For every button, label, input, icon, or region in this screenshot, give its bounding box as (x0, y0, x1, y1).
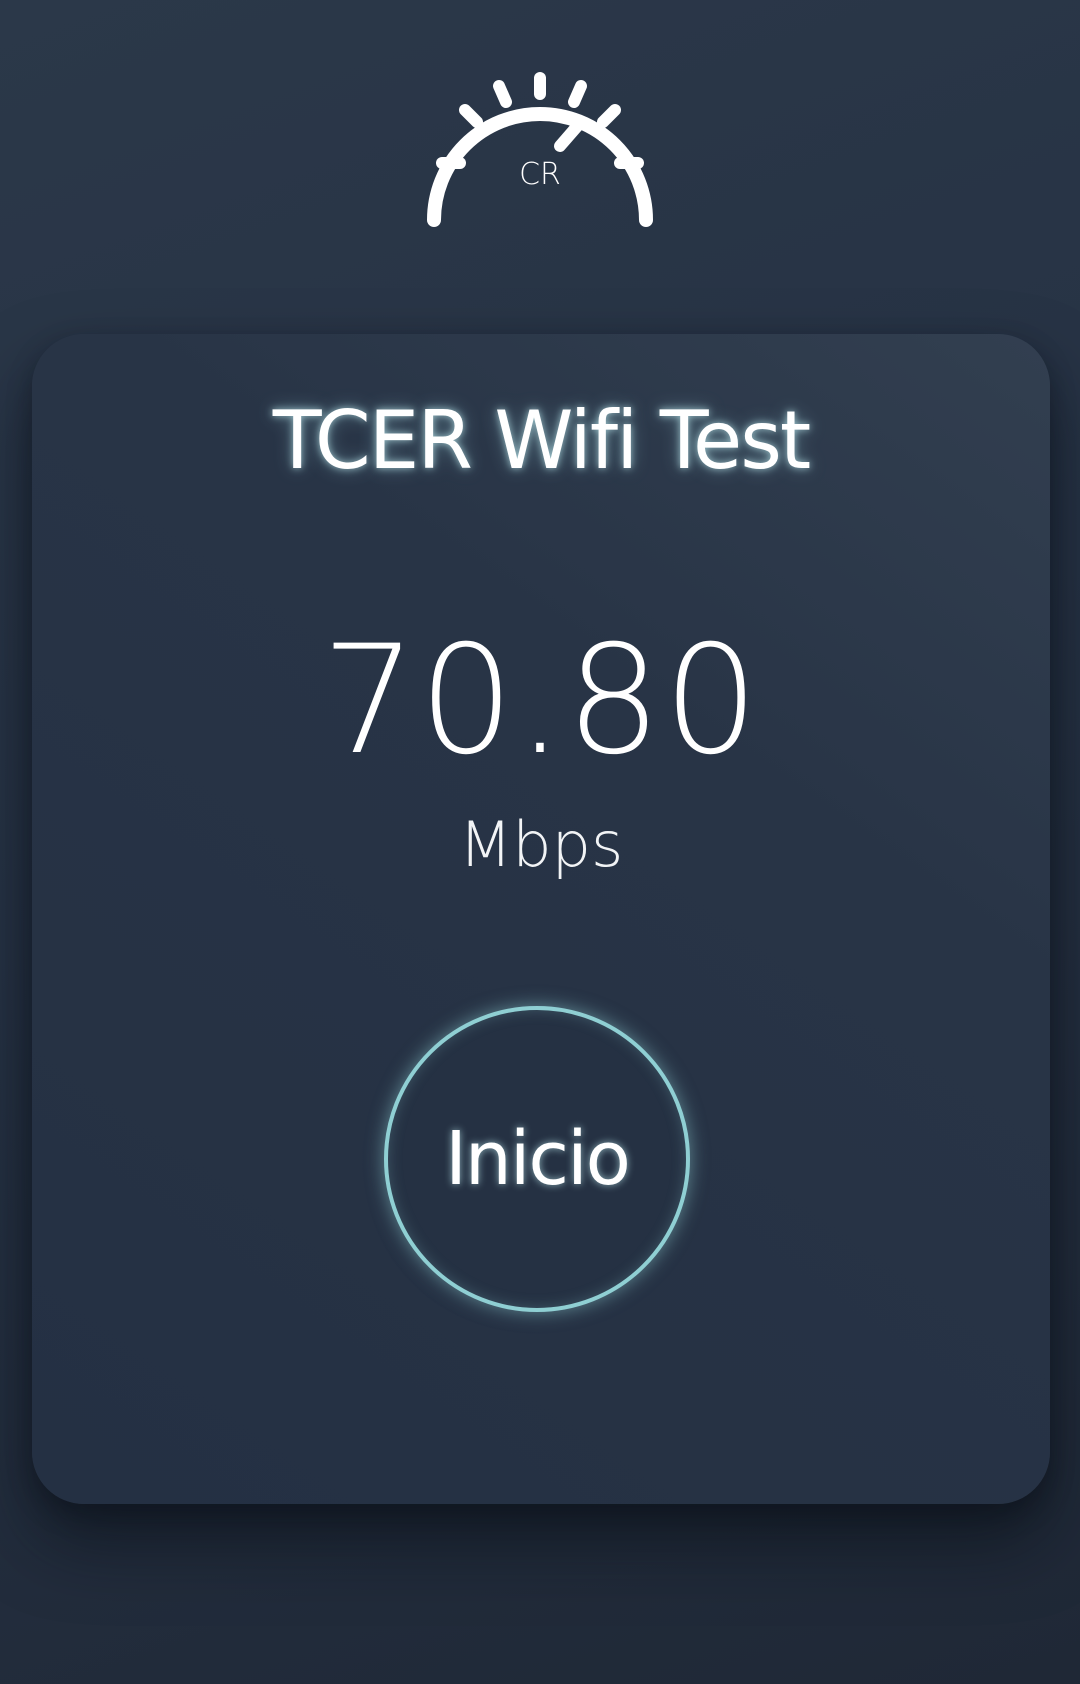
speedometer-icon: CR (427, 72, 653, 227)
speed-test-card: TCER Wifi Test 70.80 Mbps Inicio (32, 334, 1050, 1504)
start-button[interactable]: Inicio (384, 1006, 690, 1312)
logo-monogram: CR (519, 157, 561, 192)
speedometer-logo: CR (420, 58, 660, 234)
page-title: TCER Wifi Test (272, 394, 812, 487)
speed-unit: Mbps (458, 808, 624, 881)
speed-value: 70.80 (321, 614, 761, 788)
start-button-label: Inicio (445, 1116, 631, 1202)
